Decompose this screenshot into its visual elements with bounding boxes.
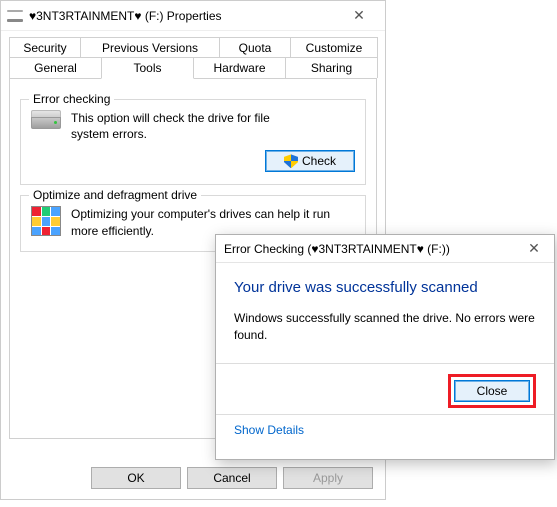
close-icon[interactable]: ✕ (514, 235, 554, 263)
legend-error-checking: Error checking (29, 92, 114, 106)
tab-hardware[interactable]: Hardware (193, 57, 286, 78)
tabs: Security Previous Versions Quota Customi… (9, 37, 377, 79)
cancel-button[interactable]: Cancel (187, 467, 277, 489)
legend-defrag: Optimize and defragment drive (29, 188, 201, 202)
dialog-title: Error Checking (♥3NT3RTAINMENT♥ (F:)) (224, 242, 514, 256)
dialog-buttons: OK Cancel Apply (91, 467, 373, 489)
defrag-icon (31, 206, 61, 236)
titlebar[interactable]: ♥3NT3RTAINMENT♥ (F:) Properties ✕ (1, 1, 385, 31)
error-checking-dialog: Error Checking (♥3NT3RTAINMENT♥ (F:)) ✕ … (215, 234, 555, 460)
tab-tools[interactable]: Tools (101, 57, 194, 79)
show-details-link[interactable]: Show Details (234, 423, 304, 437)
close-button[interactable]: Close (454, 380, 530, 402)
check-button[interactable]: Check (265, 150, 355, 172)
tab-customize[interactable]: Customize (290, 37, 378, 58)
tab-sharing[interactable]: Sharing (285, 57, 378, 78)
tab-security[interactable]: Security (9, 37, 81, 58)
drive-icon (7, 10, 23, 22)
apply-button[interactable]: Apply (283, 467, 373, 489)
dialog-titlebar[interactable]: Error Checking (♥3NT3RTAINMENT♥ (F:)) ✕ (216, 235, 554, 263)
tab-previous-versions[interactable]: Previous Versions (80, 37, 220, 58)
drive-icon (31, 110, 61, 132)
tab-quota[interactable]: Quota (219, 37, 291, 58)
highlight-box: Close (448, 374, 536, 408)
ok-button[interactable]: OK (91, 467, 181, 489)
groupbox-error-checking: Error checking This option will check th… (20, 99, 366, 185)
tab-general[interactable]: General (9, 57, 102, 78)
window-title: ♥3NT3RTAINMENT♥ (F:) Properties (29, 9, 339, 23)
dialog-message: Windows successfully scanned the drive. … (234, 310, 536, 345)
dialog-heading: Your drive was successfully scanned (234, 279, 536, 296)
error-checking-text: This option will check the drive for fil… (71, 110, 271, 142)
shield-icon (284, 154, 298, 168)
close-icon[interactable]: ✕ (339, 1, 379, 31)
check-button-label: Check (302, 154, 336, 168)
